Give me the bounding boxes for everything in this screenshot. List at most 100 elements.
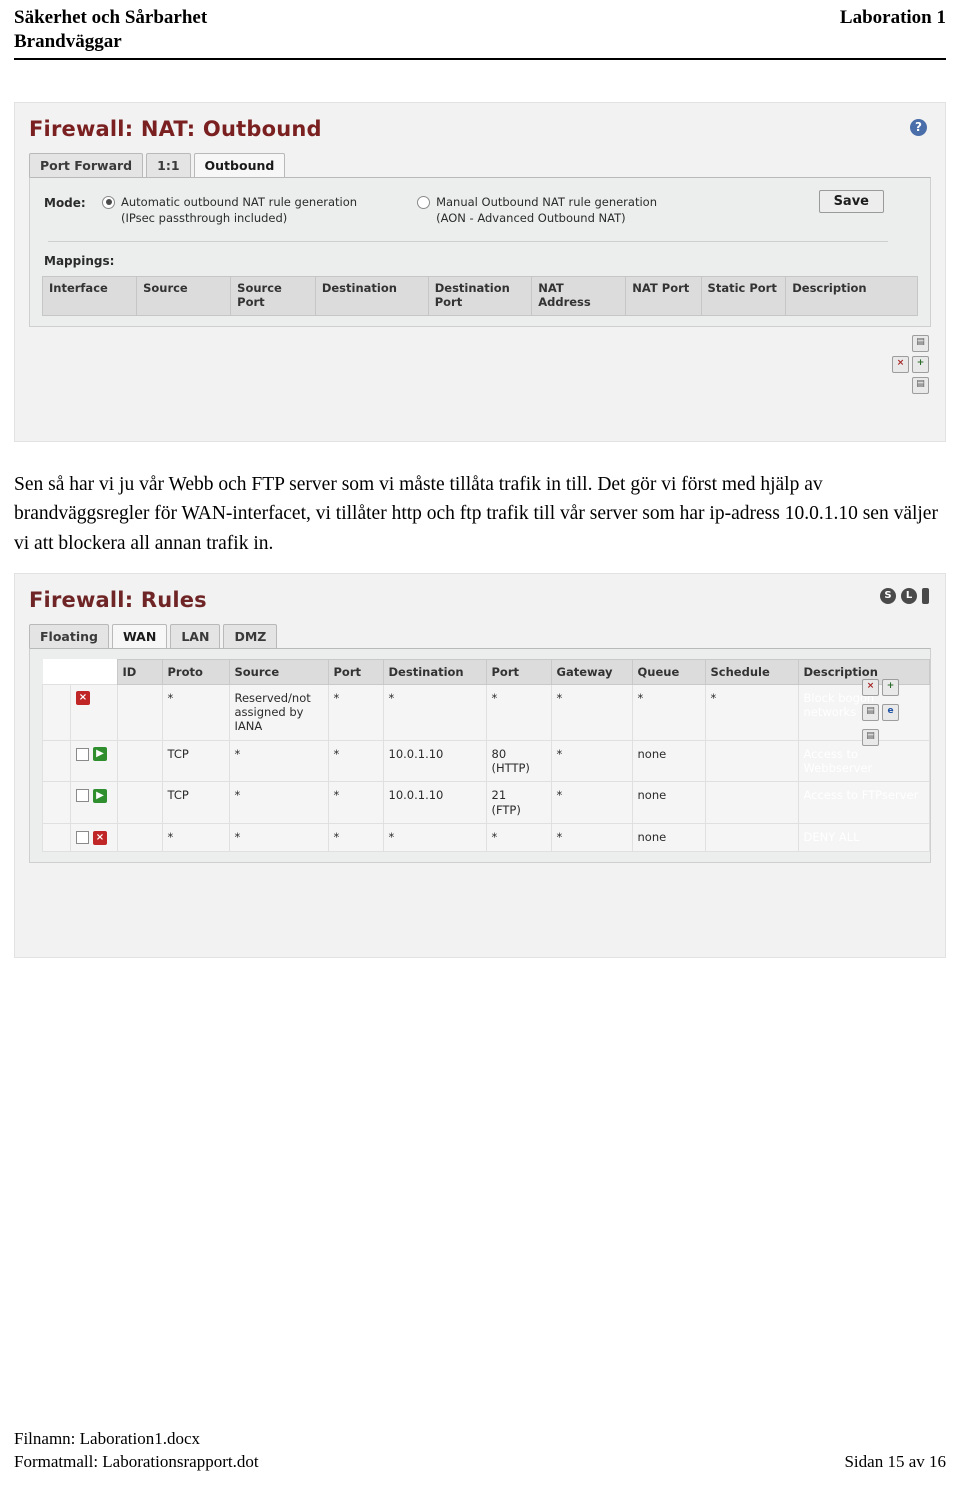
block-rule-icon[interactable]: ×	[93, 830, 107, 845]
tab-port-forward[interactable]: Port Forward	[29, 152, 144, 177]
table-row[interactable]: ▶ TCP * * 10.0.1.10 21 (FTP) * none Access to FTP…	[42, 781, 930, 825]
tab-lan[interactable]: LAN	[170, 623, 221, 648]
rule-description: DENY ALL	[797, 823, 930, 852]
rule-destination: 10.0.1.10	[382, 781, 487, 825]
col-interface: Interface	[41, 275, 138, 316]
rule-schedule	[704, 781, 799, 825]
rules-status-icons: S L	[880, 587, 929, 604]
header-title-line2: Brandväggar	[14, 31, 122, 53]
col-source-port: Source Port	[230, 275, 316, 316]
rule-id	[116, 739, 163, 783]
header-lab-label: Laboration 1	[839, 7, 946, 28]
rule-queue: none	[631, 781, 706, 825]
mode-option-automatic[interactable]: Automatic outbound NAT rule generation (…	[102, 194, 357, 227]
rule-destination-port: 21 (FTP)	[485, 781, 552, 825]
edit-rule-icon[interactable]	[882, 703, 899, 721]
rules-table: ID Proto Source Port Destination Port Ga…	[42, 658, 930, 852]
rule-state-cell	[42, 683, 71, 741]
mode-manual-line1: Manual Outbound NAT rule generation	[436, 194, 657, 209]
table-row[interactable]: × * * * * * * none DENY ALL	[42, 823, 930, 852]
body-paragraph: Sen så har vi ju vår Webb och FTP server…	[14, 473, 938, 554]
rule-gateway: *	[550, 739, 633, 783]
nat-header-row: Interface Source Source Port Destination…	[41, 275, 918, 316]
tab-dmz[interactable]: DMZ	[223, 623, 278, 648]
col-nat-address: NAT Address	[531, 275, 627, 316]
pass-rule-icon[interactable]: ▶	[93, 788, 107, 803]
rule-select-cell[interactable]: ▶	[70, 739, 118, 783]
nat-mode-row: Mode: Automatic outbound NAT rule genera…	[42, 188, 918, 237]
rule-checkbox[interactable]	[76, 789, 89, 803]
rule-schedule: *	[704, 683, 799, 741]
rule-select-cell[interactable]: ▶	[70, 781, 118, 825]
firewall-rules-screenshot: Firewall: Rules S L Floating WAN LAN DMZ…	[14, 572, 946, 958]
mode-option-manual[interactable]: Manual Outbound NAT rule generation (AON…	[417, 194, 657, 227]
tab-floating[interactable]: Floating	[29, 623, 109, 648]
copy-rule-icon[interactable]	[862, 728, 879, 746]
rule-select-cell[interactable]: ×	[70, 683, 118, 741]
rule-destination: *	[382, 823, 487, 852]
help-icon[interactable]: ?	[910, 118, 927, 136]
rule-proto: TCP	[161, 781, 230, 825]
rule-destination-port: 80 (HTTP)	[485, 739, 552, 783]
header-divider	[14, 57, 946, 60]
duplicate-icon[interactable]	[912, 334, 929, 352]
move-rule-icon[interactable]	[862, 703, 879, 721]
footer-filename: Filnamn: Laboration1.docx	[14, 1429, 201, 1449]
save-rules-icon[interactable]	[912, 376, 929, 394]
col-static-port: Static Port	[700, 275, 787, 316]
status-s-icon[interactable]: S	[880, 587, 896, 604]
block-rule-icon[interactable]: ×	[76, 691, 90, 705]
tab-outbound[interactable]: Outbound	[193, 152, 286, 177]
document-header: Säkerhet och Sårbarhet Brandväggar Labor…	[14, 0, 946, 60]
radio-manual-icon[interactable]	[417, 195, 431, 209]
rules-page-title: Firewall: Rules	[29, 587, 207, 612]
col-queue: Queue	[631, 658, 706, 685]
rule-id	[116, 823, 163, 852]
col-gateway: Gateway	[550, 658, 633, 685]
rules-panel: ID Proto Source Port Destination Port Ga…	[29, 647, 931, 863]
pass-rule-icon[interactable]: ▶	[93, 747, 107, 762]
add-rule-icon[interactable]	[882, 678, 899, 696]
rule-source-port: *	[327, 739, 384, 783]
table-row[interactable]: × * Reserved/not assigned by IANA * * * * * * Blo…	[42, 683, 930, 741]
tab-wan[interactable]: WAN	[111, 623, 168, 648]
rule-destination: 10.0.1.10	[382, 739, 487, 783]
save-button[interactable]: Save	[818, 189, 884, 213]
nat-row-action-icons	[892, 334, 929, 394]
delete-rule-icon[interactable]	[862, 678, 879, 696]
rule-source: *	[228, 781, 329, 825]
delete-icon[interactable]	[892, 355, 909, 373]
rule-description: Access to FTPserver	[797, 781, 930, 825]
rules-tab-bar: Floating WAN LAN DMZ	[29, 623, 931, 648]
col-dst-port: Port	[485, 658, 552, 685]
mappings-label: Mappings:	[44, 253, 115, 268]
rule-checkbox[interactable]	[76, 831, 89, 845]
rule-destination: *	[382, 683, 487, 741]
nat-divider	[48, 240, 888, 242]
mode-manual-line2: (AON - Advanced Outbound NAT)	[436, 211, 626, 226]
rules-table-body: × * Reserved/not assigned by IANA * * * * * * Blo…	[42, 683, 930, 852]
status-l-icon[interactable]: L	[901, 587, 917, 604]
rule-source: *	[228, 823, 329, 852]
rule-source: Reserved/not assigned by IANA	[228, 683, 329, 741]
nat-outbound-screenshot: Firewall: NAT: Outbound ? Port Forward 1…	[14, 101, 946, 442]
col-destination: Destination	[314, 275, 429, 316]
status-bar-icon[interactable]	[922, 587, 929, 604]
col-nat-port: NAT Port	[625, 275, 702, 316]
table-row[interactable]: ▶ TCP * * 10.0.1.10 80 (HTTP) * none Access to We…	[42, 739, 930, 783]
radio-automatic-icon[interactable]	[102, 195, 115, 209]
col-source: Source	[136, 275, 232, 316]
rule-source-port: *	[327, 781, 384, 825]
rule-select-cell[interactable]: ×	[70, 823, 118, 852]
rule-description: Access to Webbserver	[797, 739, 930, 783]
col-schedule: Schedule	[704, 658, 799, 685]
rule-id	[116, 683, 163, 741]
rule-gateway: *	[550, 823, 633, 852]
col-source: Source	[228, 658, 329, 685]
col-destination-port: Destination Port	[427, 275, 533, 316]
tab-one-to-one[interactable]: 1:1	[146, 152, 191, 177]
document-page: Säkerhet och Sårbarhet Brandväggar Labor…	[0, 0, 960, 1500]
add-icon[interactable]	[912, 355, 929, 373]
rule-checkbox[interactable]	[76, 747, 89, 761]
rule-schedule	[704, 739, 799, 783]
